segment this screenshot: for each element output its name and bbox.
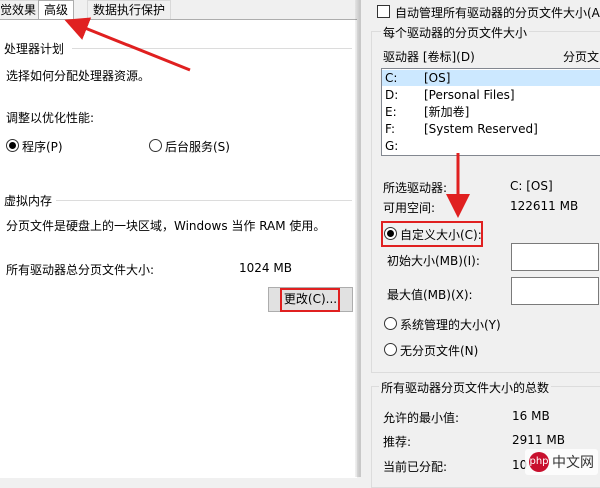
- watermark-text: 中文网: [552, 455, 594, 471]
- watermark: php 中文网: [525, 449, 598, 475]
- arrow-to-advanced-tab: [64, 17, 191, 72]
- annotation-arrows: [64, 17, 470, 218]
- php-logo-icon: php: [529, 452, 549, 472]
